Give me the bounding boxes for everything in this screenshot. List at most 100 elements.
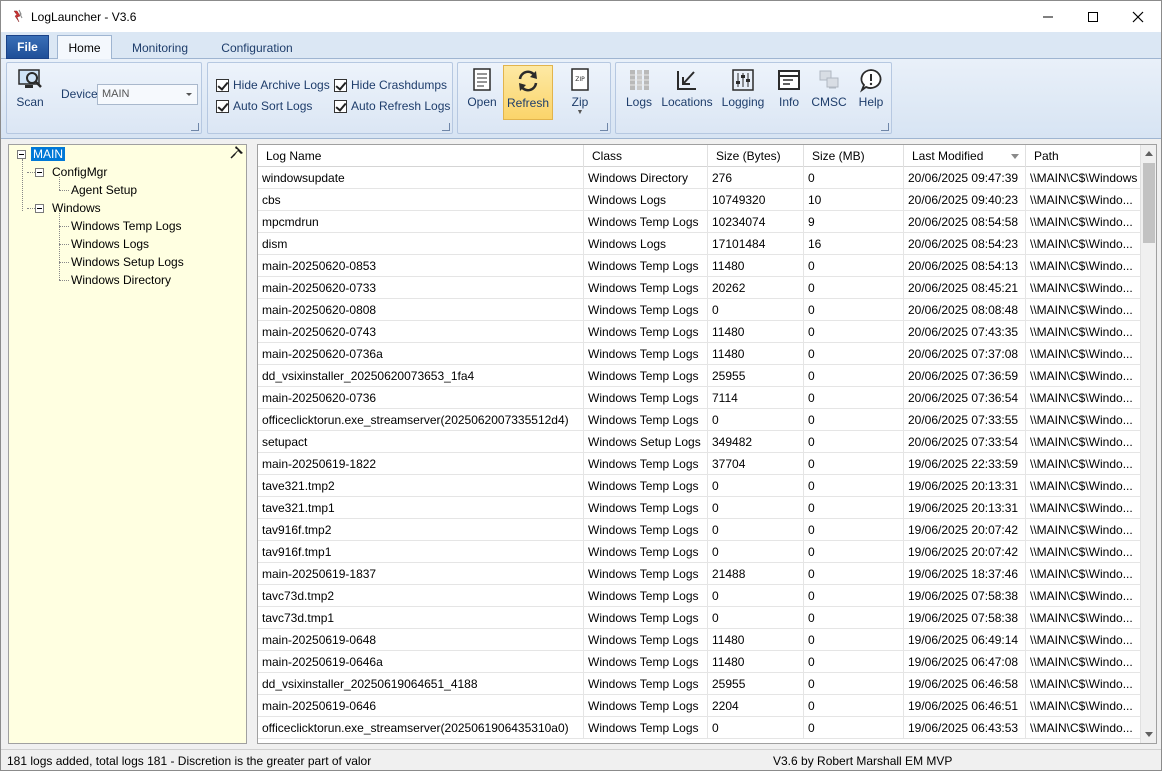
table-row[interactable]: cbs Windows Logs 10749320 10 20/06/2025 09:4…: [258, 189, 1142, 211]
pin-icon[interactable]: [230, 145, 244, 159]
table-row[interactable]: main-20250620-0733 Windows Temp Logs 20262…: [258, 277, 1142, 299]
cell-path: \\MAIN\C$\Windo...: [1026, 717, 1142, 739]
cell-log-name: main-20250619-0646a: [258, 651, 584, 673]
checkbox-checked-icon: [334, 99, 347, 113]
open-button[interactable]: Open: [464, 67, 500, 117]
tab-monitoring[interactable]: Monitoring: [121, 35, 199, 60]
scan-button[interactable]: Scan: [12, 67, 48, 117]
table-row[interactable]: windowsupdate Windows Directory 276 0 20/06/…: [258, 167, 1142, 189]
tree-node-windows-setup-logs[interactable]: Windows Setup Logs: [71, 255, 184, 269]
refresh-button[interactable]: Refresh: [503, 65, 553, 120]
tree-node-windows-directory[interactable]: Windows Directory: [71, 273, 171, 287]
table-row[interactable]: main-20250620-0736 Windows Temp Logs 7114 0…: [258, 387, 1142, 409]
table-row[interactable]: tavc73d.tmp1 Windows Temp Logs 0 0 19/06/202…: [258, 607, 1142, 629]
collapse-icon[interactable]: [17, 150, 26, 159]
column-header-size-mb[interactable]: Size (MB): [804, 145, 904, 167]
table-row[interactable]: main-20250619-0646 Windows Temp Logs 2204 0…: [258, 695, 1142, 717]
title-bar: LogLauncher - V3.6: [1, 1, 1161, 32]
table-row[interactable]: main-20250619-0648 Windows Temp Logs 11480…: [258, 629, 1142, 651]
cell-last-modified: 20/06/2025 08:08:48: [904, 299, 1026, 321]
table-row[interactable]: dd_vsixinstaller_20250620073653_1fa4 Wind…: [258, 365, 1142, 387]
maximize-button[interactable]: [1070, 1, 1116, 32]
auto-sort-logs-checkbox[interactable]: Auto Sort Logs: [216, 99, 312, 113]
table-row[interactable]: main-20250620-0736a Windows Temp Logs 1148…: [258, 343, 1142, 365]
table-row[interactable]: officeclicktorun.exe_streamserver(202506…: [258, 409, 1142, 431]
table-row[interactable]: mpcmdrun Windows Temp Logs 10234074 9 20/06/…: [258, 211, 1142, 233]
group-launcher-icon[interactable]: [881, 123, 889, 131]
zip-button[interactable]: ZIP Zip ▼: [562, 67, 598, 117]
logs-button[interactable]: Logs: [622, 67, 656, 117]
close-button[interactable]: [1115, 1, 1161, 32]
tree-node-windows-temp-logs[interactable]: Windows Temp Logs: [71, 219, 182, 233]
table-row[interactable]: main-20250619-1822 Windows Temp Logs 37704…: [258, 453, 1142, 475]
column-header-last-modified[interactable]: Last Modified: [904, 145, 1026, 167]
scrollbar-thumb[interactable]: [1143, 163, 1155, 243]
table-row[interactable]: tavc73d.tmp2 Windows Temp Logs 0 0 19/06/202…: [258, 585, 1142, 607]
device-label: Device: [61, 87, 98, 101]
table-row[interactable]: officeclicktorun.exe_streamserver(202506…: [258, 717, 1142, 739]
cell-size-bytes: 0: [708, 541, 804, 563]
table-row[interactable]: tave321.tmp2 Windows Temp Logs 0 0 19/06/202…: [258, 475, 1142, 497]
cell-size-bytes: 0: [708, 607, 804, 629]
help-button[interactable]: Help: [854, 67, 888, 117]
table-row[interactable]: tav916f.tmp1 Windows Temp Logs 0 0 19/06/202…: [258, 541, 1142, 563]
cell-log-name: main-20250620-0736: [258, 387, 584, 409]
collapse-icon[interactable]: [35, 168, 44, 177]
tab-home[interactable]: Home: [57, 35, 112, 60]
table-row[interactable]: tave321.tmp1 Windows Temp Logs 0 0 19/06/202…: [258, 497, 1142, 519]
table-row[interactable]: main-20250620-0808 Windows Temp Logs 0 0 20/…: [258, 299, 1142, 321]
auto-refresh-logs-label: Auto Refresh Logs: [351, 99, 451, 113]
cell-size-mb: 0: [804, 651, 904, 673]
tree-node-configmgr[interactable]: ConfigMgr: [52, 165, 107, 179]
device-combobox[interactable]: MAIN: [97, 84, 198, 105]
group-launcher-icon[interactable]: [442, 123, 450, 131]
cell-size-mb: 0: [804, 695, 904, 717]
hide-archive-logs-checkbox[interactable]: Hide Archive Logs: [216, 78, 330, 92]
group-launcher-icon[interactable]: [600, 123, 608, 131]
cell-class: Windows Temp Logs: [584, 497, 708, 519]
help-label: Help: [858, 95, 884, 109]
table-row[interactable]: dd_vsixinstaller_20250619064651_4188 Wind…: [258, 673, 1142, 695]
cell-last-modified: 20/06/2025 08:54:13: [904, 255, 1026, 277]
group-launcher-icon[interactable]: [191, 123, 199, 131]
refresh-label: Refresh: [506, 96, 550, 110]
cell-log-name: setupact: [258, 431, 584, 453]
close-icon: [1132, 11, 1144, 22]
logs-icon: [626, 67, 652, 93]
tree-node-agent-setup[interactable]: Agent Setup: [71, 183, 137, 197]
vertical-scrollbar[interactable]: [1140, 145, 1156, 743]
scroll-up-icon[interactable]: [1145, 151, 1153, 156]
collapse-icon[interactable]: [35, 204, 44, 213]
open-label: Open: [467, 95, 497, 109]
cell-log-name: windowsupdate: [258, 167, 584, 189]
tree-node-windows[interactable]: Windows: [52, 201, 101, 215]
locations-button[interactable]: Locations: [661, 67, 713, 117]
table-row[interactable]: dism Windows Logs 17101484 16 20/06/2025 08:…: [258, 233, 1142, 255]
scroll-down-icon[interactable]: [1145, 732, 1153, 737]
cell-size-bytes: 276: [708, 167, 804, 189]
tree-node-windows-logs[interactable]: Windows Logs: [71, 237, 149, 251]
table-row[interactable]: setupact Windows Setup Logs 349482 0 20/06/2…: [258, 431, 1142, 453]
tab-configuration[interactable]: Configuration: [209, 35, 305, 60]
table-row[interactable]: main-20250620-0743 Windows Temp Logs 11480…: [258, 321, 1142, 343]
auto-refresh-logs-checkbox[interactable]: Auto Refresh Logs: [334, 99, 450, 113]
column-header-path[interactable]: Path: [1026, 145, 1142, 167]
cmsc-button[interactable]: CMSC: [810, 67, 848, 117]
cell-size-mb: 0: [804, 607, 904, 629]
tree-node-main[interactable]: MAIN: [31, 147, 65, 161]
table-row[interactable]: main-20250620-0853 Windows Temp Logs 11480…: [258, 255, 1142, 277]
logging-button[interactable]: Logging: [720, 67, 766, 117]
table-row[interactable]: tav916f.tmp2 Windows Temp Logs 0 0 19/06/202…: [258, 519, 1142, 541]
table-row[interactable]: main-20250619-0646a Windows Temp Logs 1148…: [258, 651, 1142, 673]
table-row[interactable]: main-20250619-1837 Windows Temp Logs 21488…: [258, 563, 1142, 585]
cell-class: Windows Setup Logs: [584, 431, 708, 453]
column-header-class[interactable]: Class: [584, 145, 708, 167]
column-header-log-name[interactable]: Log Name: [258, 145, 584, 167]
info-button[interactable]: Info: [774, 67, 804, 117]
minimize-button[interactable]: [1025, 1, 1071, 32]
column-header-size-bytes[interactable]: Size (Bytes): [708, 145, 804, 167]
tree-connector: [22, 159, 23, 211]
hide-crashdumps-checkbox[interactable]: Hide Crashdumps: [334, 78, 447, 92]
file-menu-button[interactable]: File: [6, 35, 49, 59]
cell-log-name: tavc73d.tmp1: [258, 607, 584, 629]
